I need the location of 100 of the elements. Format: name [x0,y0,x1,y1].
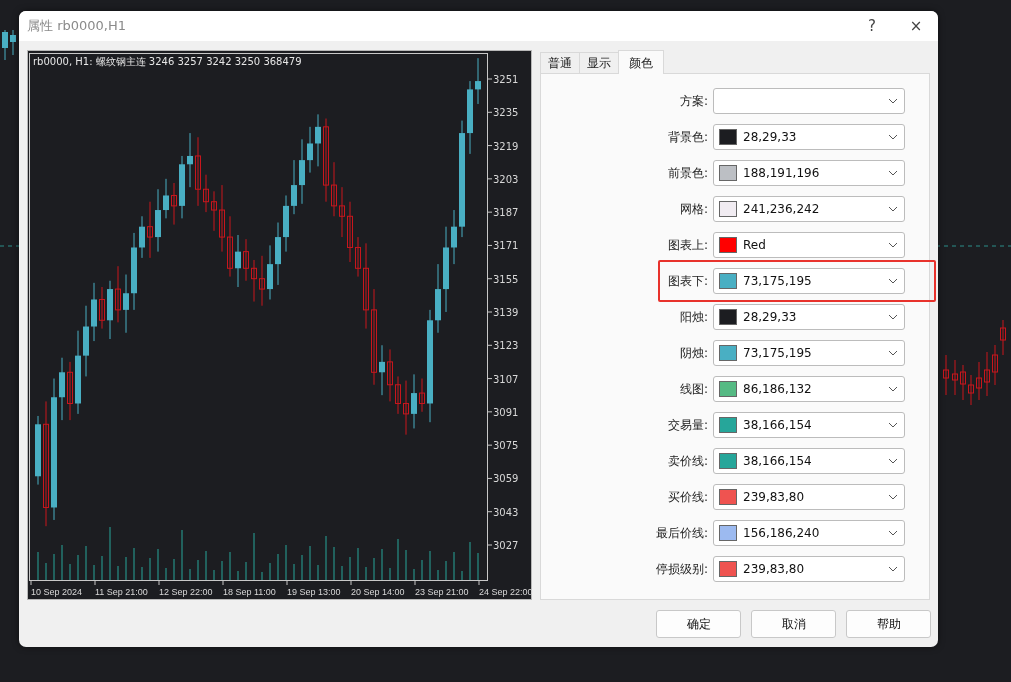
tab[interactable]: 颜色 [618,50,664,74]
candlestick [379,344,385,396]
candlestick [211,190,217,232]
dialog-button[interactable]: 取消 [751,610,836,638]
candlestick [251,259,257,303]
chevron-down-icon [888,566,898,572]
candlestick [115,265,121,323]
time-label: 10 Sep 2024 [31,587,83,597]
field-label: 线图: [678,381,709,398]
candlestick [275,222,281,286]
chevron-down-icon [888,98,898,104]
candlestick [139,215,145,259]
candlestick [123,274,129,334]
candlestick [267,244,273,300]
color-dropdown[interactable]: 188,191,196 [713,160,905,186]
field-label: 网格: [678,201,709,218]
color-dropdown[interactable] [713,88,905,114]
candlestick [171,182,177,226]
color-dropdown[interactable]: 73,175,195 [713,268,905,294]
color-dropdown[interactable]: 38,166,154 [713,412,905,438]
color-dropdown[interactable]: 38,166,154 [713,448,905,474]
color-dropdown[interactable]: 28,29,33 [713,304,905,330]
price-label: 3091 [493,406,519,418]
candlestick [203,174,209,213]
dialog-button[interactable]: 确定 [656,610,741,638]
price-label: 3251 [493,74,519,85]
candlestick [179,155,185,219]
chevron-down-icon [888,134,898,140]
candlestick [187,132,193,188]
color-dropdown[interactable]: 239,83,80 [713,556,905,582]
field-label: 最后价线: [654,525,709,542]
candlestick [155,188,161,253]
price-label: 3075 [493,440,519,452]
time-label: 18 Sep 11:00 [223,587,276,597]
candlestick [451,209,457,265]
price-label: 3235 [493,107,519,119]
chevron-down-icon [888,350,898,356]
candlestick [307,126,313,174]
candlestick [387,348,393,402]
time-label: 11 Sep 21:00 [95,587,148,597]
candlestick [99,286,105,330]
candlestick [331,161,337,217]
candlestick [283,195,289,253]
chevron-down-icon [888,386,898,392]
time-label: 20 Sep 14:00 [351,587,405,597]
chevron-down-icon [888,314,898,320]
field-label: 前景色: [666,165,709,182]
color-dropdown[interactable]: Red [713,232,905,258]
price-label: 3155 [493,273,519,285]
field-label: 方案: [678,93,709,110]
candlestick [147,201,153,259]
candlestick [435,263,441,334]
tab[interactable]: 普通 [540,52,580,73]
chevron-down-icon [888,278,898,284]
price-label: 3171 [493,240,519,252]
field-label: 背景色: [666,129,709,146]
field-label: 停损级别: [654,561,709,578]
color-dropdown[interactable]: 239,83,80 [713,484,905,510]
field-label: 图表上: [666,237,709,254]
candlestick [83,305,89,377]
candlestick [259,255,265,307]
candlestick [419,378,425,413]
price-label: 3139 [493,307,519,318]
field-label: 卖价线: [666,453,709,470]
help-button[interactable]: ? [850,11,894,41]
chevron-down-icon [888,458,898,464]
candlestick [235,234,241,288]
price-label: 3219 [493,140,519,152]
chart-header: rb0000, H1: 螺纹钢主连 3246 3257 3242 3250 368479 [33,56,302,67]
field-label: 交易量: [666,417,709,434]
candlestick [315,113,321,167]
candlestick [347,201,353,263]
color-dropdown[interactable]: 241,236,242 [713,196,905,222]
price-label: 3059 [493,473,519,485]
color-dropdown[interactable]: 28,29,33 [713,124,905,150]
price-label: 3203 [493,173,519,185]
color-dropdown[interactable]: 73,175,195 [713,340,905,366]
field-label: 阴烛: [678,345,709,362]
field-label: 阳烛: [678,309,709,326]
chevron-down-icon [888,242,898,248]
candlestick [91,282,97,342]
dialog-button[interactable]: 帮助 [846,610,931,638]
candlestick [35,415,41,486]
chevron-down-icon [888,530,898,536]
candlestick [163,178,169,219]
candlestick [107,280,113,340]
price-label: 3043 [493,506,519,518]
color-dropdown[interactable]: 86,186,132 [713,376,905,402]
time-label: 23 Sep 21:00 [415,587,469,597]
candlestick [411,373,417,429]
chevron-down-icon [888,206,898,212]
color-dropdown[interactable]: 156,186,240 [713,520,905,546]
close-button[interactable]: × [894,11,938,41]
candlestick [395,375,401,415]
candlestick [291,159,297,215]
candlestick [475,57,481,105]
field-label: 买价线: [666,489,709,506]
chevron-down-icon [888,494,898,500]
candlestick [403,380,409,436]
time-label: 19 Sep 13:00 [287,587,341,597]
